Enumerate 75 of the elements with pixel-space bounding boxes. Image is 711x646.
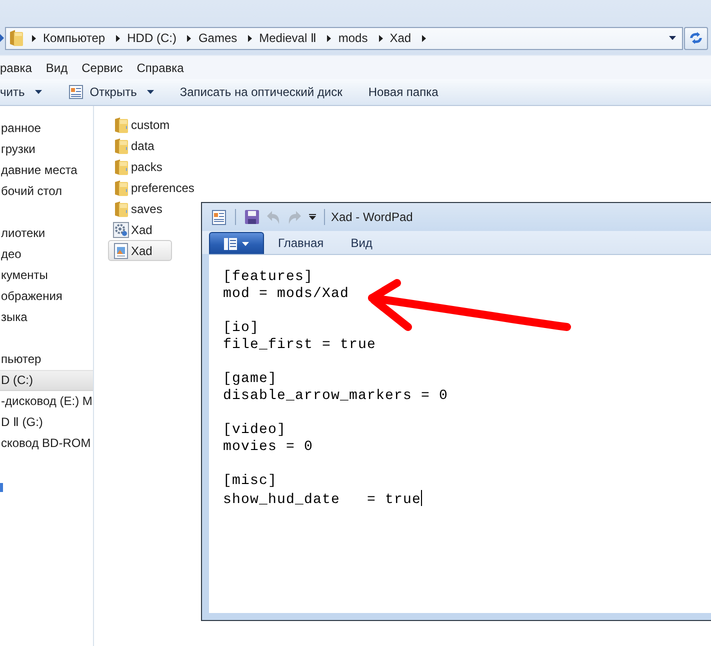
toolbar-button[interactable]: Открыть [60,81,162,103]
navigation-item[interactable]: кументы [0,265,93,286]
gear-document-icon [113,222,129,238]
toolbar-button[interactable]: чить [0,81,50,103]
menu-item[interactable]: равка [0,60,39,74]
document-line: [features] [223,269,314,286]
breadcrumb-arrow-icon[interactable] [378,34,383,42]
breadcrumb-arrow-icon[interactable] [187,34,192,42]
address-field[interactable]: Компьютер HDD (C:) Games Medieval Ⅱ mods Xad [5,26,683,50]
document-line: file_first = true [223,337,376,354]
document-page[interactable]: [features] mod = mods/Xad [io] file_first = true [game] disable_arrow_markers = 0 [video] movies = 0 [misc] show_hud_date = true [209,254,711,613]
document-line: [misc] [223,473,278,490]
ribbon-tab[interactable]: Главная [264,232,337,254]
document-line: movies = 0 [223,439,314,456]
file-item[interactable]: data [108,135,160,156]
refresh-button[interactable] [684,26,708,50]
navigation-item[interactable]: ображения [0,286,93,307]
breadcrumb-item[interactable]: Компьютер [36,31,116,45]
folder-icon [113,180,129,196]
dropdown-caret-icon[interactable] [669,36,676,40]
file-item[interactable]: custom [108,114,175,135]
dropdown-caret-icon[interactable] [309,214,316,220]
menu-item[interactable]: Сервис [74,60,130,74]
ribbon-tab[interactable]: Вид [336,232,386,254]
breadcrumb-item[interactable]: Xad [382,31,422,45]
breadcrumb-item[interactable]: Games [191,31,248,45]
document-lines-icon [224,238,237,250]
navigation-item[interactable]: бочий стол [0,181,93,202]
navigation-item[interactable]: лиотеки [0,223,93,244]
picture-document-icon [113,242,129,258]
refresh-icon [689,32,703,44]
breadcrumb-arrow-icon[interactable] [32,34,36,42]
folder-icon [113,200,129,216]
folder-icon [113,138,129,154]
breadcrumb-item[interactable]: mods [331,31,379,45]
navigation-item[interactable]: пьютер [0,349,93,370]
app-menu-button[interactable] [209,232,264,254]
document-line: [video] [223,422,286,439]
menu-item[interactable]: Вид [38,60,75,74]
file-item[interactable]: packs [108,156,168,177]
caret-icon [242,242,249,246]
navigation-item[interactable]: зыка [0,307,93,328]
window-title: Xad - WordPad [331,210,413,224]
menu-item[interactable]: Справка [130,60,191,74]
folder-icon [10,30,23,46]
breadcrumb-item[interactable]: Medieval Ⅱ [252,31,328,45]
breadcrumb-arrow-icon[interactable] [248,34,252,42]
file-item[interactable]: preferences [108,177,200,198]
navigation-item[interactable]: D Ⅱ (G:) [0,412,93,433]
toolbar-button[interactable]: Записать на оптический диск [172,81,350,103]
navigation-item[interactable]: грузки [0,139,93,160]
file-item[interactable]: Xad [108,240,172,261]
navigation-item[interactable]: давние места [0,160,93,181]
navigation-item[interactable]: сковод BD-ROM [0,433,93,454]
file-item[interactable]: Xad [108,219,158,240]
navigation-item[interactable]: -дисковод (E:) M [0,391,93,412]
nav-arrow-icon[interactable] [0,34,4,42]
folder-icon [113,116,129,132]
document-line: show_hud_date = true [223,490,422,509]
toolbar-button[interactable]: Новая папка [360,81,446,103]
breadcrumb-item[interactable]: HDD (C:) [120,31,188,45]
navigation-item[interactable]: ранное [0,118,93,139]
document-line: disable_arrow_markers = 0 [223,388,448,405]
navigation-item[interactable]: део [0,244,93,265]
folder-icon [113,158,129,174]
document-line: [game] [223,371,278,388]
breadcrumb-arrow-icon[interactable] [327,34,332,42]
document-line: [io] [223,320,260,337]
document-icon [68,84,84,100]
file-item[interactable]: saves [108,198,168,219]
document-line: mod = mods/Xad [223,286,350,303]
document-icon[interactable] [212,210,226,224]
navigation-item[interactable]: D (C:) [0,370,93,391]
breadcrumb-arrow-icon[interactable] [422,34,426,42]
breadcrumb-arrow-icon[interactable] [116,34,120,42]
